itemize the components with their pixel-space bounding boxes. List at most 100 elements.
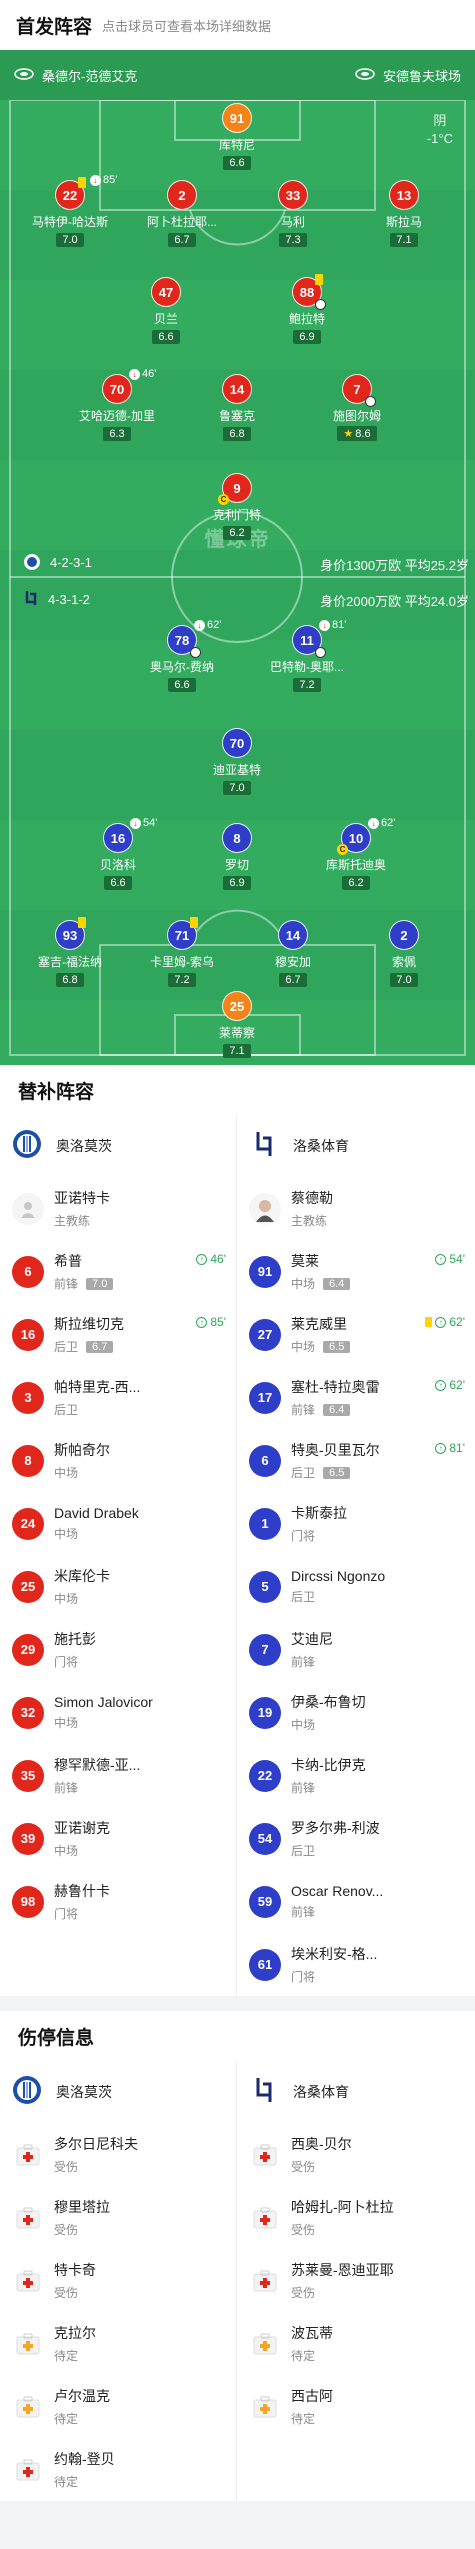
home-crest-icon: [12, 1129, 42, 1164]
pitch-player[interactable]: 47 贝兰 6.6: [116, 277, 216, 345]
pitch-player[interactable]: 2 索佩 7.0: [354, 920, 454, 988]
player-number-badge: 9C: [218, 473, 252, 505]
pitch-player[interactable]: 8 罗切 6.9: [187, 823, 287, 891]
player-rating: 7.2: [168, 973, 196, 987]
pitch-player[interactable]: 71 卡里姆-索乌 7.2: [132, 917, 232, 988]
sub-number-badge: 91: [249, 1255, 281, 1288]
player-rating: 6.8: [56, 973, 84, 987]
sub-player-row[interactable]: 3 帕特里克-西... 后卫: [0, 1366, 236, 1429]
subs-away-team[interactable]: 洛桑体育: [237, 1115, 475, 1177]
sub-player-row[interactable]: 35 穆罕默德-亚... 前锋: [0, 1744, 236, 1807]
away-coach-row[interactable]: 蔡德勒 主教练: [237, 1177, 475, 1240]
injured-player-name: 克拉尔: [54, 2325, 96, 2341]
player-number-badge: 2: [389, 920, 419, 950]
sub-player-row[interactable]: 24 David Drabek 中场: [0, 1492, 236, 1555]
injury-row[interactable]: 苏莱曼-恩迪亚耶 受伤: [237, 2249, 475, 2312]
away-team-name: 洛桑体育: [293, 1138, 349, 1154]
coach-avatar-icon: [249, 1192, 281, 1225]
injury-row[interactable]: 特卡奇 受伤: [0, 2249, 236, 2312]
sub-player-row[interactable]: 27 莱克威里 中场 6.5 ↑ 62': [237, 1303, 475, 1366]
sub-player-row[interactable]: 32 Simon Jalovicor 中场: [0, 1681, 236, 1744]
pitch-player[interactable]: 93 塞吉-福法纳 6.8: [20, 917, 120, 988]
pitch-player[interactable]: 91 库特尼 6.6: [187, 103, 287, 171]
home-coach-row[interactable]: 亚诺特卡 主教练: [0, 1177, 236, 1240]
sub-player-row[interactable]: 16 斯拉维切克 后卫 6.7 ↑ 85': [0, 1303, 236, 1366]
sub-player-row[interactable]: 39 亚诺谢克 中场: [0, 1807, 236, 1870]
pitch-player[interactable]: 78 奥马尔-费纳 6.6 ↓ 62': [132, 619, 232, 693]
sub-player-row[interactable]: 54 罗多尔弗-利波 后卫: [237, 1807, 475, 1870]
injury-row[interactable]: 西古阿 待定: [237, 2375, 475, 2438]
pitch-player[interactable]: 25 莱蒂察 7.1: [187, 991, 287, 1059]
sub-player-row[interactable]: 98 赫鲁什卡 门将: [0, 1870, 236, 1933]
sub-player-row[interactable]: 22 卡纳-比伊克 前锋: [237, 1744, 475, 1807]
player-rating: 7.1: [390, 233, 418, 247]
sub-player-row[interactable]: 29 施托彭 门将: [0, 1618, 236, 1681]
player-rating: 7.0: [390, 973, 418, 987]
sub-player-row[interactable]: 6 希普 前锋 7.0 ↑ 46': [0, 1240, 236, 1303]
sub-player-row[interactable]: 7 艾迪尼 前锋: [237, 1618, 475, 1681]
pitch-player[interactable]: 88 鲍拉特 6.9: [257, 274, 357, 345]
subs-home-team[interactable]: 奥洛莫茨: [0, 1115, 236, 1177]
sub-player-row[interactable]: 91 莫莱 中场 6.4 ↑ 54': [237, 1240, 475, 1303]
sub-player-row[interactable]: 8 斯帕奇尔 中场: [0, 1429, 236, 1492]
sub-player-row[interactable]: 59 Oscar Renov... 前锋: [237, 1870, 475, 1933]
player-rating: 6.7: [279, 973, 307, 987]
pitch-player[interactable]: 70 艾哈迈德-加里 6.3 ↓ 46': [67, 368, 167, 442]
injury-row[interactable]: 克拉尔 待定: [0, 2312, 236, 2375]
injuries-away-team[interactable]: 洛桑体育: [237, 2061, 475, 2123]
sub-player-row[interactable]: 61 埃米利安-格... 门将: [237, 1933, 475, 1996]
sub-player-row[interactable]: 17 塞杜-特拉奥雷 前锋 6.4 ↑ 62': [237, 1366, 475, 1429]
medical-kit-icon: [249, 2391, 281, 2423]
injury-row[interactable]: 西奥-贝尔 受伤: [237, 2123, 475, 2186]
pitch-player[interactable]: 22 马特伊-哈达斯 7.0 ↓ 85': [20, 174, 120, 248]
injury-row[interactable]: 卢尔温克 待定: [0, 2375, 236, 2438]
injured-player-name: 穆里塔拉: [54, 2199, 110, 2215]
sub-out-icon: ↓: [368, 817, 379, 829]
injury-row[interactable]: 穆里塔拉 受伤: [0, 2186, 236, 2249]
sub-player-row[interactable]: 25 米库伦卡 中场: [0, 1555, 236, 1618]
sub-player-name: 塞杜-特拉奥雷: [291, 1379, 380, 1395]
pitch-player[interactable]: 14 鲁塞克 6.8: [187, 374, 287, 442]
sub-number-badge: 7: [249, 1633, 281, 1666]
injured-player-name: 西奥-贝尔: [291, 2136, 352, 2152]
away-formation: 4-3-1-2: [24, 590, 90, 609]
pitch-player[interactable]: 16 贝洛科 6.6 ↓ 54': [68, 817, 168, 891]
injury-row[interactable]: 波瓦蒂 待定: [237, 2312, 475, 2375]
pitch-player[interactable]: 7 施图尔姆 ★ 8.6: [307, 374, 407, 442]
sub-player-row[interactable]: 19 伊桑-布鲁切 中场: [237, 1681, 475, 1744]
sub-number-badge: 32: [12, 1696, 44, 1729]
pitch-player[interactable]: 70 迪亚基特 7.0: [187, 728, 287, 796]
pitch-player[interactable]: 14 穆安加 6.7: [243, 920, 343, 988]
captain-icon: C: [337, 844, 348, 855]
player-rating: 7.0: [56, 233, 84, 247]
weather-temp: -1°C: [426, 131, 453, 146]
player-number-badge: 22: [55, 177, 86, 210]
pitch-player[interactable]: 33 马利 7.3: [243, 180, 343, 248]
pitch-player[interactable]: 13 斯拉马 7.1: [354, 180, 454, 248]
sub-player-row[interactable]: 5 Dircssi Ngonzo 后卫: [237, 1555, 475, 1618]
injury-row[interactable]: 哈姆扎-阿卜杜拉 受伤: [237, 2186, 475, 2249]
player-name: 罗切: [224, 858, 249, 872]
sub-number-badge: 6: [249, 1444, 281, 1477]
medical-kit-icon: [12, 2391, 44, 2423]
sub-player-row[interactable]: 1 卡斯泰拉 门将: [237, 1492, 475, 1555]
injuries-home-team[interactable]: 奥洛莫茨: [0, 2061, 236, 2123]
sub-out-icon: ↓: [130, 817, 141, 829]
pitch-player[interactable]: 10 C 库斯托迪奥 6.2 ↓ 62': [306, 817, 406, 891]
injury-status: 受伤: [291, 2223, 316, 2237]
sub-number-badge: 17: [249, 1381, 281, 1414]
pitch-player[interactable]: 2 阿卜杜拉耶... 6.7: [132, 180, 232, 248]
sub-in-icon: ↑: [196, 1316, 208, 1328]
sub-player-row[interactable]: 6 特奥-贝里瓦尔 后卫 6.5 ↑ 81': [237, 1429, 475, 1492]
sub-player-position: 中场: [54, 1716, 79, 1730]
player-number-badge: 14: [222, 374, 252, 404]
injury-row[interactable]: 约翰-登贝 待定: [0, 2438, 236, 2501]
player-rating: 6.9: [223, 876, 251, 890]
player-number-badge: 78: [167, 625, 201, 658]
sub-player-name: 伊桑-布鲁切: [291, 1694, 366, 1710]
player-rating: 7.0: [223, 781, 251, 795]
sub-player-rating: 7.0: [86, 1277, 114, 1290]
pitch-player[interactable]: 9 C 克利门特 6.2: [187, 473, 287, 541]
injury-row[interactable]: 多尔日尼科夫 受伤: [0, 2123, 236, 2186]
pitch-player[interactable]: 11 巴特勒-奥耶... 7.2 ↓ 81': [257, 619, 357, 693]
